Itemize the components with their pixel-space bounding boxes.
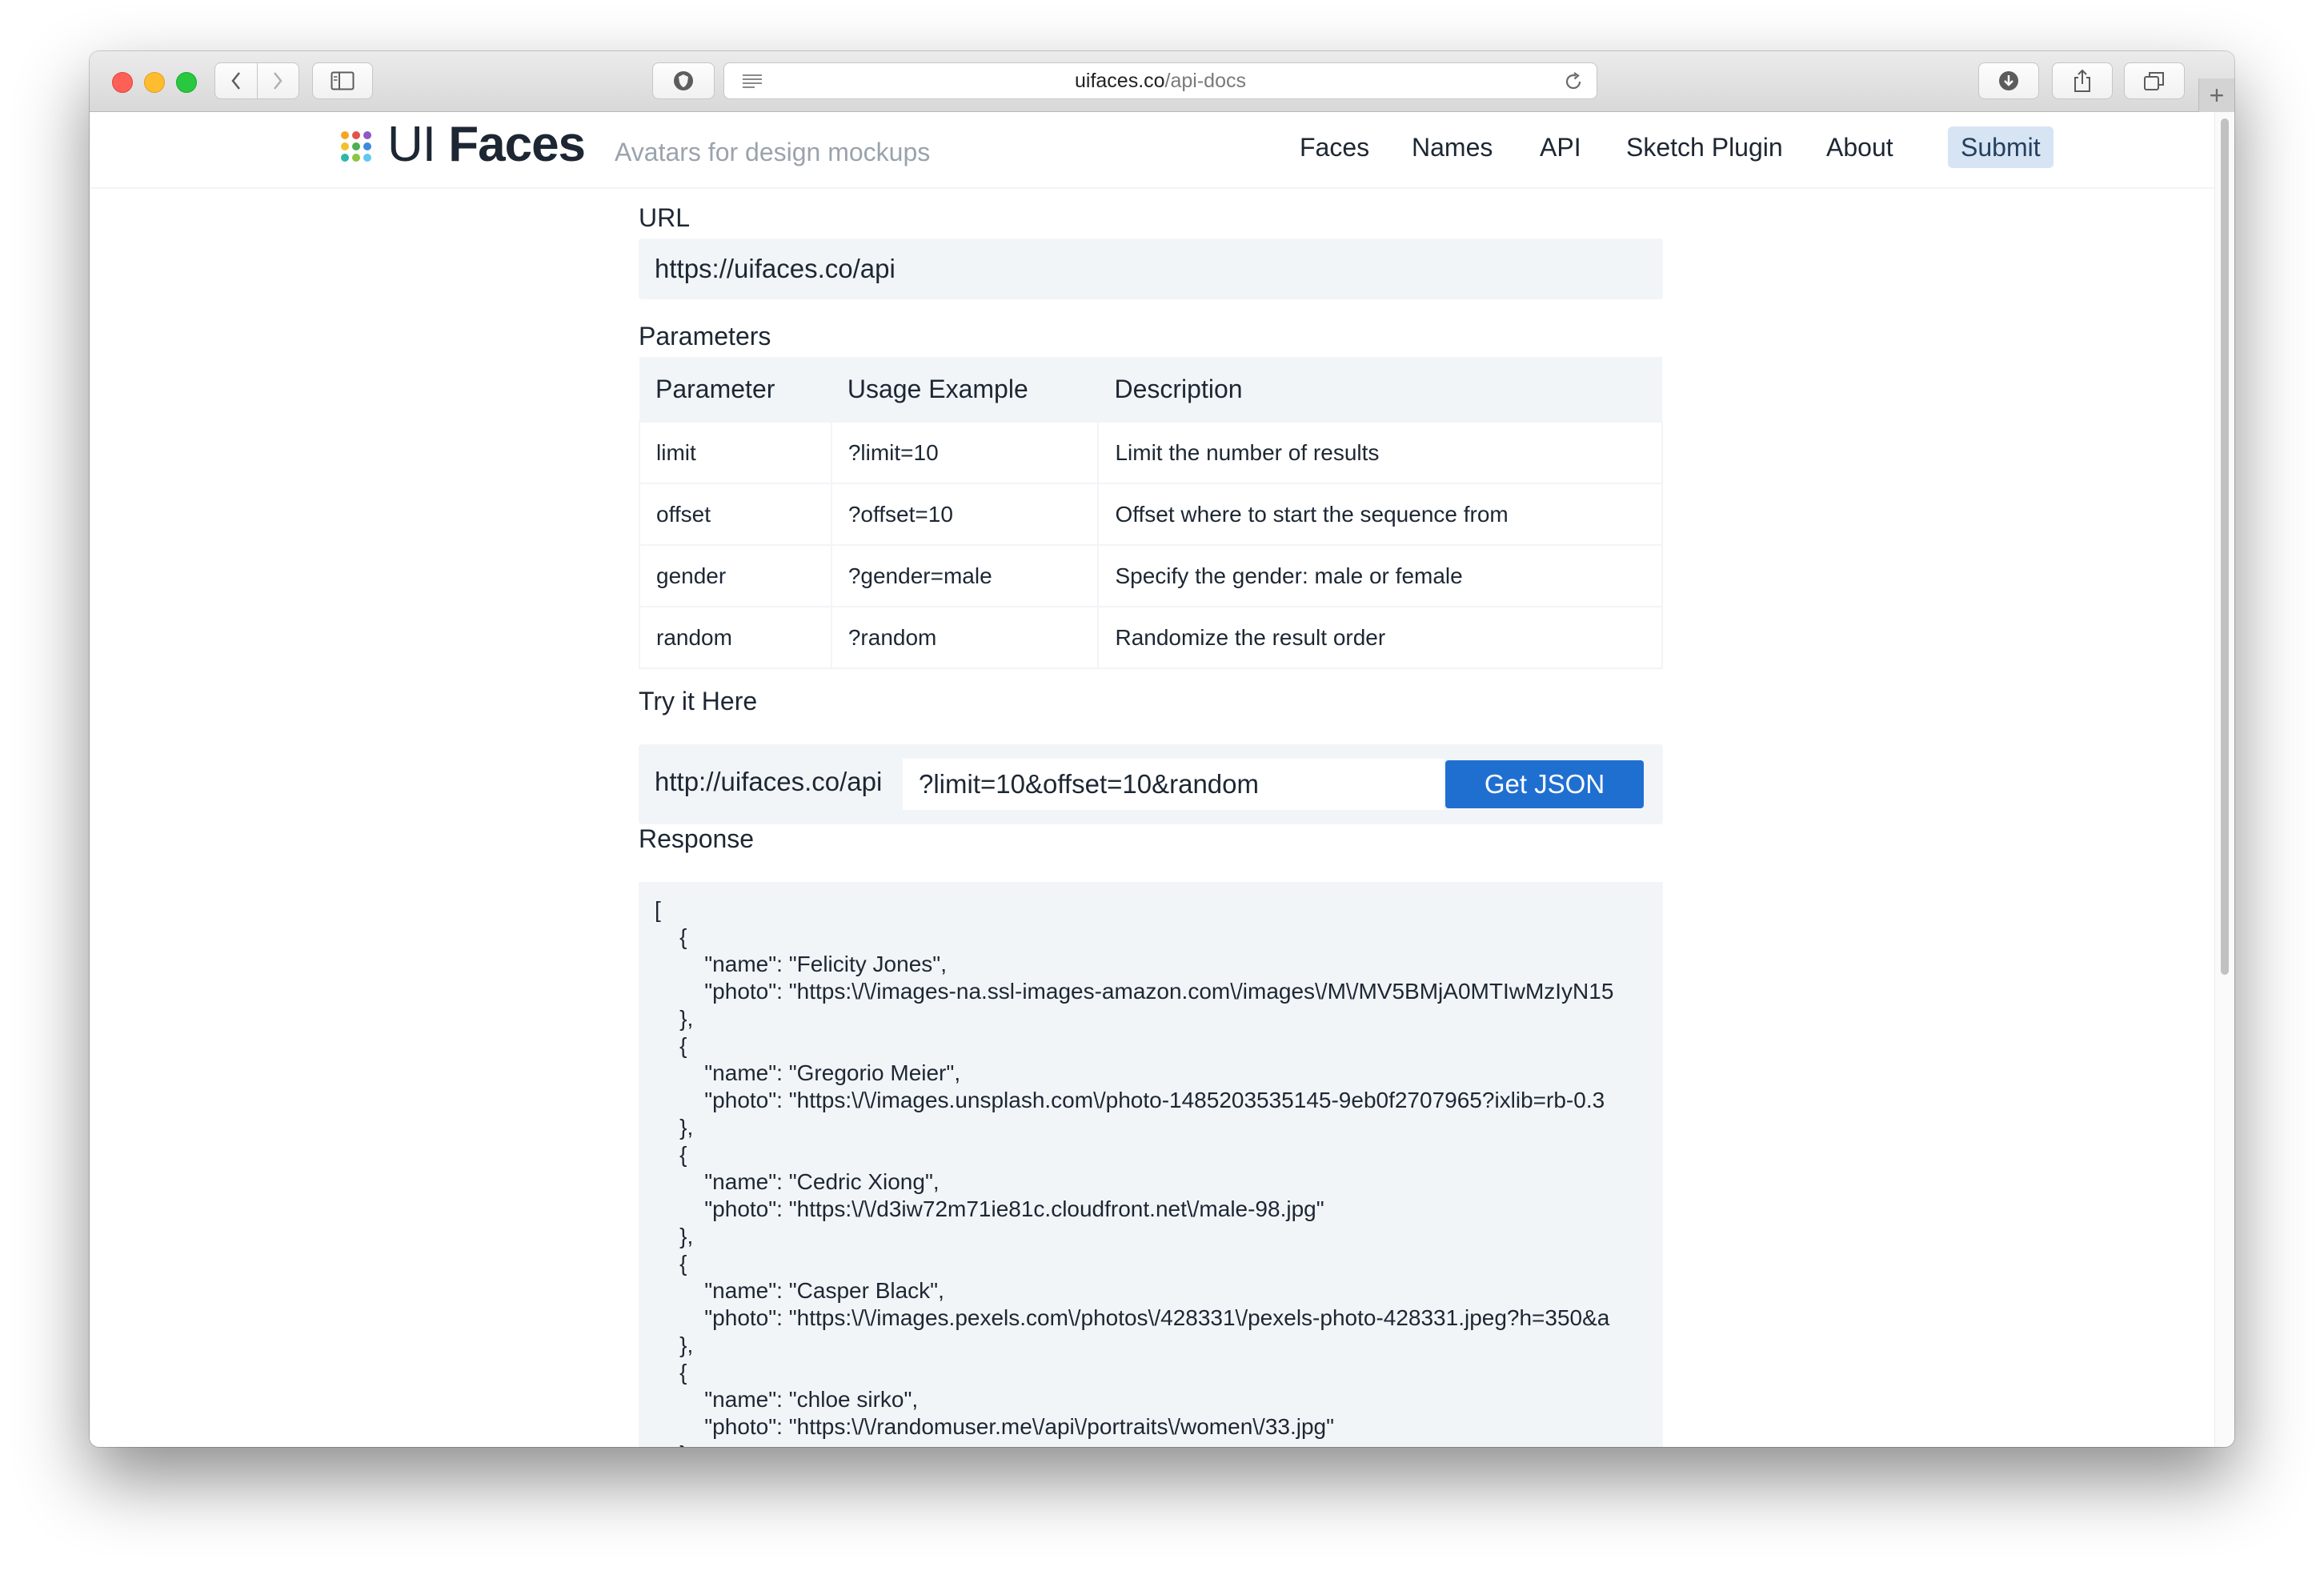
logo-dot (363, 131, 371, 139)
logo-dot (352, 131, 360, 139)
download-icon (1999, 71, 2018, 90)
logo-dot (363, 142, 371, 150)
brand-name: Faces (448, 117, 586, 172)
parameters-table: Parameter Usage Example Description limi… (639, 357, 1663, 669)
logo-icon[interactable] (341, 131, 371, 162)
logo-dot (341, 154, 349, 162)
logo-dot (352, 142, 360, 150)
param-example: ?limit=10 (830, 421, 1099, 483)
response-section-label: Response (639, 824, 755, 853)
param-example: ?gender=male (830, 544, 1099, 607)
browser-toolbar: uifaces.co/api-docs + (90, 51, 2234, 112)
url-path: /api-docs (1164, 69, 1246, 92)
address-bar[interactable]: uifaces.co/api-docs (723, 62, 1597, 99)
sidebar-toggle-button[interactable] (312, 62, 373, 99)
try-it-section-label: Try it Here (639, 687, 758, 715)
site-header: UI Faces Avatars for design mockups Face… (90, 112, 2215, 189)
brand-logo[interactable]: UI Faces (387, 117, 586, 172)
brand-prefix: UI (387, 117, 449, 172)
new-tab-button[interactable]: + (2198, 78, 2234, 112)
close-window-button[interactable] (112, 72, 133, 93)
response-json: [ { "name": "Felicity Jones", "photo": "… (655, 897, 1614, 1447)
try-it-box: http://uifaces.co/api Get JSON (639, 744, 1663, 824)
param-name: random (639, 606, 831, 669)
parameters-section-label: Parameters (639, 322, 771, 351)
param-description: Specify the gender: male or female (1097, 544, 1663, 607)
downloads-button[interactable] (1978, 62, 2039, 99)
scrollbar-thumb[interactable] (2221, 118, 2229, 975)
logo-dot (341, 142, 349, 150)
param-description: Limit the number of results (1097, 421, 1663, 483)
column-header-usage-example: Usage Example (831, 357, 1099, 422)
table-row: limit ?limit=10 Limit the number of resu… (639, 421, 1663, 483)
response-box[interactable]: [ { "name": "Felicity Jones", "photo": "… (639, 882, 1663, 1447)
shield-icon (674, 71, 693, 90)
api-url-box: https://uifaces.co/api (639, 238, 1663, 299)
logo-dot (341, 131, 349, 139)
column-header-parameter: Parameter (639, 357, 831, 422)
try-url-prefix: http://uifaces.co/api (655, 767, 883, 796)
table-row: random ?random Randomize the result orde… (639, 606, 1663, 669)
param-description: Randomize the result order (1097, 606, 1663, 669)
page-scrollbar[interactable] (2214, 112, 2234, 1447)
sidebar-icon (331, 71, 355, 90)
logo-dot (363, 154, 371, 162)
param-name: limit (639, 421, 831, 483)
forward-button[interactable] (256, 63, 299, 98)
param-description: Offset where to start the sequence from (1097, 483, 1663, 545)
logo-dot (352, 154, 360, 162)
table-row: offset ?offset=10 Offset where to start … (639, 483, 1663, 545)
privacy-button[interactable] (652, 62, 715, 99)
reader-mode-icon[interactable] (742, 73, 763, 89)
nav-about[interactable]: About (1813, 126, 1906, 168)
share-button[interactable] (2052, 62, 2113, 99)
tabs-overview-icon (2144, 72, 2164, 90)
reload-icon[interactable] (1563, 71, 1584, 92)
minimize-window-button[interactable] (144, 72, 165, 93)
url-section-label: URL (639, 203, 691, 232)
back-forward-group (214, 62, 299, 99)
nav-submit-button[interactable]: Submit (1948, 126, 2054, 168)
param-example: ?random (830, 606, 1099, 669)
show-tabs-button[interactable] (2124, 62, 2185, 99)
column-header-description: Description (1098, 357, 1662, 422)
tagline: Avatars for design mockups (615, 138, 931, 166)
chevron-right-icon (274, 72, 282, 90)
chevron-left-icon (231, 72, 240, 90)
table-row: gender ?gender=male Specify the gender: … (639, 544, 1663, 607)
browser-window: uifaces.co/api-docs + UI Faces Avatars f… (90, 51, 2234, 1447)
query-input[interactable] (903, 759, 1444, 810)
nav-names[interactable]: Names (1399, 126, 1505, 168)
param-example: ?offset=10 (830, 483, 1099, 545)
nav-sketch-plugin[interactable]: Sketch Plugin (1613, 126, 1796, 168)
param-name: gender (639, 544, 831, 607)
table-header-row: Parameter Usage Example Description (639, 357, 1662, 422)
web-page: UI Faces Avatars for design mockups Face… (90, 112, 2215, 1447)
nav-api[interactable]: API (1527, 126, 1594, 168)
get-json-button[interactable]: Get JSON (1445, 760, 1644, 808)
share-icon (2074, 69, 2090, 92)
param-name: offset (639, 483, 831, 545)
zoom-window-button[interactable] (176, 72, 197, 93)
url-host: uifaces.co (1074, 69, 1165, 92)
nav-faces[interactable]: Faces (1287, 126, 1382, 168)
back-button[interactable] (215, 63, 257, 98)
